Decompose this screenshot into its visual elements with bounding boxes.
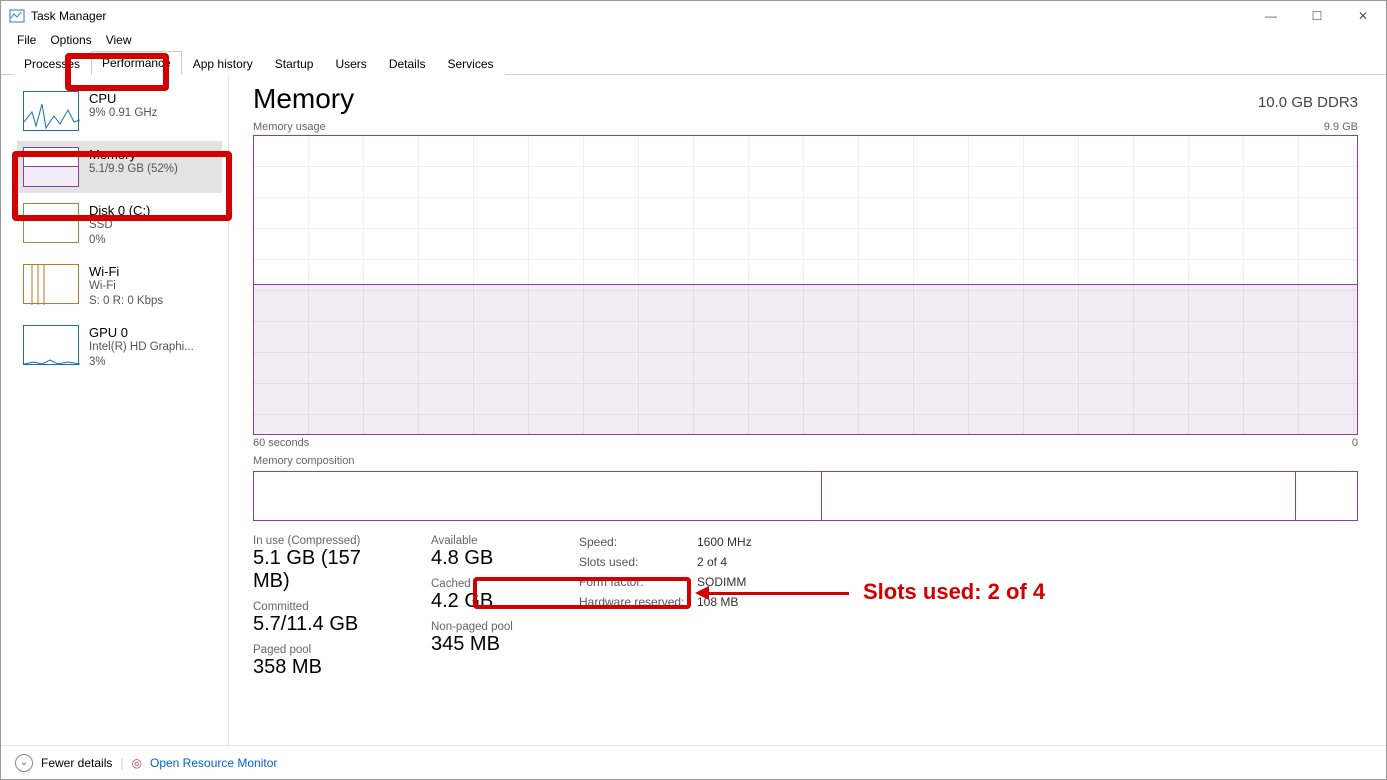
cpu-thumb-icon: [23, 91, 79, 131]
nonpaged-value: 345 MB: [431, 633, 551, 656]
memory-details: Speed: 1600 MHz Slots used: 2 of 4 Form …: [579, 535, 752, 687]
resmon-icon: ◎: [132, 756, 142, 770]
tab-processes[interactable]: Processes: [13, 52, 91, 75]
speed-key: Speed:: [579, 535, 697, 549]
committed-value: 5.7/11.4 GB: [253, 613, 403, 636]
paged-value: 358 MB: [253, 656, 403, 679]
maximize-button[interactable]: ☐: [1294, 1, 1340, 31]
wifi-thumb-icon: [23, 264, 79, 304]
tab-performance[interactable]: Performance: [91, 51, 182, 75]
tab-app-history[interactable]: App history: [182, 52, 264, 75]
annotation-label: Slots used: 2 of 4: [863, 579, 1045, 605]
sidebar-item-wifi[interactable]: Wi-Fi Wi-Fi S: 0 R: 0 Kbps: [17, 258, 222, 315]
composition-label: Memory composition: [253, 455, 354, 467]
fewer-details-button[interactable]: Fewer details: [41, 756, 112, 770]
sidebar-wifi-sub: Wi-Fi S: 0 R: 0 Kbps: [89, 279, 163, 309]
gpu-thumb-icon: [23, 325, 79, 365]
in-use-value: 5.1 GB (157 MB): [253, 547, 403, 593]
collapse-icon[interactable]: ⌄: [15, 754, 33, 772]
usage-max: 9.9 GB: [1324, 121, 1358, 133]
in-use-label: In use (Compressed): [253, 535, 403, 547]
footer: ⌄ Fewer details | ◎ Open Resource Monito…: [1, 745, 1386, 779]
sidebar-memory-sub: 5.1/9.9 GB (52%): [89, 162, 178, 177]
committed-label: Committed: [253, 601, 403, 613]
slots-value: 2 of 4: [697, 555, 752, 569]
menubar: File Options View: [1, 31, 1386, 51]
menu-file[interactable]: File: [17, 33, 36, 47]
window-title: Task Manager: [31, 9, 106, 23]
sidebar-disk-name: Disk 0 (C:): [89, 203, 150, 218]
disk-thumb-icon: [23, 203, 79, 243]
paged-label: Paged pool: [253, 644, 403, 656]
annotation-arrow-line: [709, 592, 849, 595]
available-label: Available: [431, 535, 551, 547]
speed-value: 1600 MHz: [697, 535, 752, 549]
tab-row: Processes Performance App history Startu…: [1, 51, 1386, 75]
memory-stats: In use (Compressed) 5.1 GB (157 MB) Comm…: [253, 535, 1358, 687]
hwres-key: Hardware reserved:: [579, 595, 697, 609]
sidebar-cpu-sub: 9% 0.91 GHz: [89, 106, 157, 121]
sidebar-gpu-name: GPU 0: [89, 325, 194, 340]
tab-startup[interactable]: Startup: [264, 52, 325, 75]
sidebar-item-disk[interactable]: Disk 0 (C:) SSD 0%: [17, 197, 222, 254]
x-left: 60 seconds: [253, 437, 309, 449]
tab-services[interactable]: Services: [437, 52, 505, 75]
annotation-arrow-head-icon: [695, 586, 709, 600]
sidebar-cpu-name: CPU: [89, 91, 157, 106]
slots-key: Slots used:: [579, 555, 697, 569]
cached-label: Cached: [431, 578, 551, 590]
menu-options[interactable]: Options: [50, 33, 91, 47]
cached-value: 4.2 GB: [431, 590, 551, 613]
x-right: 0: [1352, 437, 1358, 449]
sidebar-item-cpu[interactable]: CPU 9% 0.91 GHz: [17, 85, 222, 137]
open-resource-monitor-link[interactable]: Open Resource Monitor: [150, 756, 277, 770]
page-title: Memory: [253, 83, 354, 115]
sidebar-gpu-sub: Intel(R) HD Graphi... 3%: [89, 340, 194, 370]
task-manager-icon: [9, 8, 25, 24]
sidebar-item-gpu[interactable]: GPU 0 Intel(R) HD Graphi... 3%: [17, 319, 222, 376]
nonpaged-label: Non-paged pool: [431, 621, 551, 633]
menu-view[interactable]: View: [106, 33, 132, 47]
titlebar: Task Manager — ☐ ✕: [1, 1, 1386, 31]
usage-label: Memory usage: [253, 121, 326, 133]
memory-total: 10.0 GB DDR3: [1258, 94, 1358, 115]
memory-composition-bar: [253, 471, 1358, 521]
minimize-button[interactable]: —: [1248, 1, 1294, 31]
sidebar-item-memory[interactable]: Memory 5.1/9.9 GB (52%): [17, 141, 222, 193]
sidebar-disk-sub: SSD 0%: [89, 218, 150, 248]
tab-details[interactable]: Details: [378, 52, 437, 75]
memory-thumb-icon: [23, 147, 79, 187]
tab-users[interactable]: Users: [324, 52, 377, 75]
sidebar-memory-name: Memory: [89, 147, 178, 162]
sidebar: CPU 9% 0.91 GHz Memory 5.1/9.9 GB (52%) …: [1, 75, 229, 745]
sidebar-wifi-name: Wi-Fi: [89, 264, 163, 279]
memory-usage-graph: [253, 135, 1358, 435]
close-button[interactable]: ✕: [1340, 1, 1386, 31]
available-value: 4.8 GB: [431, 547, 551, 570]
content-pane: Memory 10.0 GB DDR3 Memory usage 9.9 GB …: [229, 75, 1386, 745]
form-key: Form factor:: [579, 575, 697, 589]
